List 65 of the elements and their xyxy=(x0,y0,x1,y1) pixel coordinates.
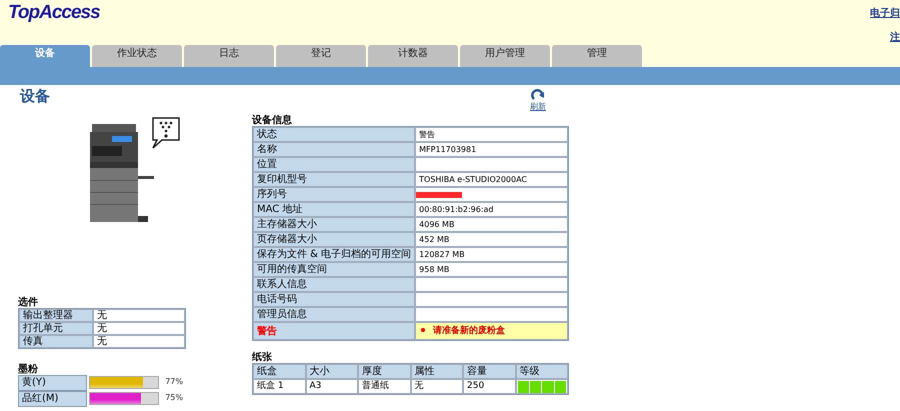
column-header: 大小 xyxy=(306,364,358,379)
row-label: 位置 xyxy=(253,157,416,172)
table-cell: 120827 MB xyxy=(415,247,568,262)
table-cell: A3 xyxy=(306,379,358,394)
table-cell: 958 MB xyxy=(415,262,568,277)
table-cell: 普通纸 xyxy=(358,379,410,394)
table-cell: 452 MB xyxy=(415,232,568,247)
page-title: 设备 xyxy=(18,86,50,107)
row-label: 传真 xyxy=(19,335,93,348)
nav-tab[interactable]: 日志 xyxy=(184,45,274,67)
bullet-icon xyxy=(421,328,426,332)
section-title: 纸张 xyxy=(252,352,272,363)
table-cell: 250 xyxy=(463,379,516,394)
section-title: 墨粉 xyxy=(18,364,38,375)
row-label: 序列号 xyxy=(253,187,416,202)
row-label: 可用的传真空间 xyxy=(253,262,416,277)
table-cell: MFP11703981 xyxy=(415,142,568,157)
row-label: 保存为文件 & 电子归档的可用空间 xyxy=(253,247,416,262)
warning-message: 请准备新的废粉盒 xyxy=(433,326,506,336)
header-link[interactable]: 注 xyxy=(890,30,900,44)
table-cell: 无 xyxy=(93,335,185,348)
row-label: 主存储器大小 xyxy=(253,217,416,232)
column-header: 厚度 xyxy=(358,364,410,379)
column-header: 容量 xyxy=(463,364,516,379)
nav-tab[interactable]: 计数器 xyxy=(368,45,458,67)
row-label: 名称 xyxy=(253,142,416,157)
row-label: MAC 地址 xyxy=(253,202,416,217)
table-cell: 无 xyxy=(93,322,185,335)
row-label: 状态 xyxy=(253,127,416,142)
header-link[interactable]: 电子归 xyxy=(870,6,900,20)
nav-tab[interactable]: 管理 xyxy=(552,45,642,67)
toner-level-bar xyxy=(89,392,160,404)
row-label: 管理员信息 xyxy=(253,307,416,322)
toner-level-bar xyxy=(89,376,160,388)
row-label: 黄(Y) xyxy=(18,375,88,391)
row-label: 联系人信息 xyxy=(253,277,416,292)
column-header: 属性 xyxy=(410,364,463,379)
table-cell: 警告 xyxy=(415,127,568,142)
nav-tab[interactable]: 作业状态 xyxy=(92,45,182,67)
logo: TopAccess xyxy=(7,1,100,24)
row-label: 输出整理器 xyxy=(19,309,93,322)
row-label: 警告 xyxy=(253,322,416,340)
nav-tab[interactable]: 用户管理 xyxy=(460,45,550,67)
table-cell: TOSHIBA e-STUDIO2000AC xyxy=(415,172,568,187)
table-cell: 4096 MB xyxy=(415,217,568,232)
section-title: 设备信息 xyxy=(252,115,292,126)
table-cell: 无 xyxy=(410,379,463,394)
percent-text: 75% xyxy=(165,392,183,404)
row-label: 电话号码 xyxy=(253,292,416,307)
nav-tab[interactable]: 登记 xyxy=(276,45,366,67)
table-cell: 00:80:91:b2:96:ad xyxy=(415,202,568,217)
row-label: 品红(M) xyxy=(18,391,88,407)
refresh-icon xyxy=(531,89,545,101)
row-label: 页存储器大小 xyxy=(253,232,416,247)
table-cell: 纸盒 1 xyxy=(253,379,306,394)
refresh-link[interactable]: 刷新 xyxy=(530,85,546,112)
row-label: 复印机型号 xyxy=(253,172,416,187)
redaction-bar xyxy=(416,192,462,198)
section-title: 选件 xyxy=(18,297,38,308)
column-header: 纸盒 xyxy=(253,364,306,379)
table-cell: 无 xyxy=(93,309,185,322)
percent-text: 77% xyxy=(165,376,183,388)
row-label: 打孔单元 xyxy=(19,322,93,335)
column-header: 等级 xyxy=(516,364,568,379)
speech-bubble-icon xyxy=(150,116,182,150)
